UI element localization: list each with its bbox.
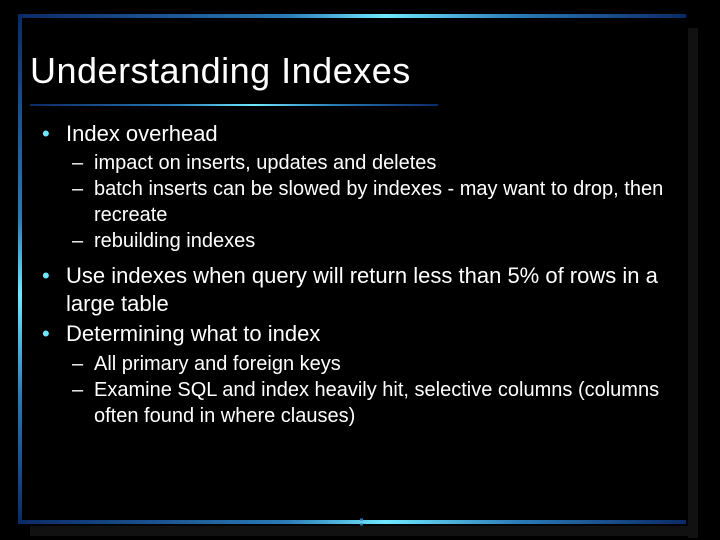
frame-left bbox=[18, 14, 22, 524]
sub-bullet-item: batch inserts can be slowed by indexes -… bbox=[72, 176, 670, 228]
slide-title: Understanding Indexes bbox=[30, 50, 670, 92]
bullet-item: Use indexes when query will return less … bbox=[42, 262, 670, 318]
sub-bullet-item: Examine SQL and index heavily hit, selec… bbox=[72, 377, 670, 429]
bullet-text: Use indexes when query will return less … bbox=[66, 263, 658, 316]
frame-top bbox=[18, 14, 686, 18]
frame-shadow-bottom bbox=[30, 526, 698, 536]
frame-shadow-right bbox=[688, 28, 698, 538]
sub-bullet-item: rebuilding indexes bbox=[72, 228, 670, 254]
bullet-item: Index overhead impact on inserts, update… bbox=[42, 120, 670, 254]
title-underline bbox=[30, 104, 438, 106]
bullet-item: Determining what to index All primary an… bbox=[42, 320, 670, 428]
sub-bullet-item: All primary and foreign keys bbox=[72, 351, 670, 377]
bullet-text: Determining what to index bbox=[66, 321, 320, 346]
slide: Understanding Indexes Index overhead imp… bbox=[0, 0, 720, 540]
frame-bottom bbox=[18, 520, 686, 524]
bullet-text: Index overhead bbox=[66, 121, 218, 146]
slide-body: Index overhead impact on inserts, update… bbox=[42, 120, 670, 437]
frame-tick bbox=[360, 518, 363, 526]
sub-bullet-item: impact on inserts, updates and deletes bbox=[72, 150, 670, 176]
